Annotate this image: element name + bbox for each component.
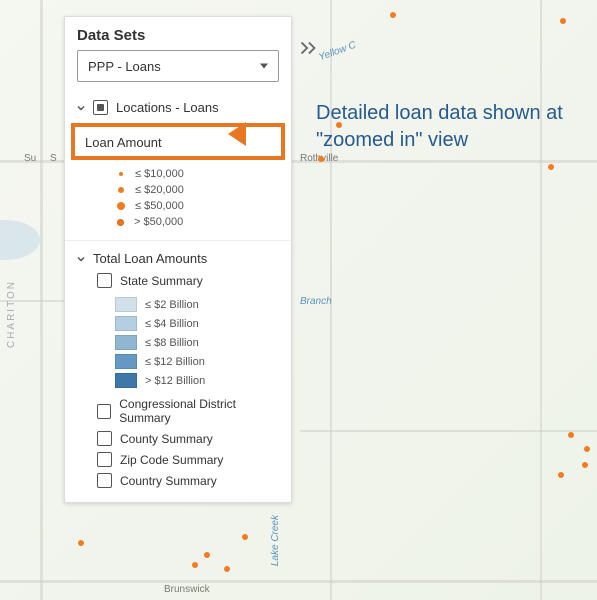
loan-point	[318, 156, 324, 162]
layer-state-summary[interactable]: State Summary	[65, 270, 291, 291]
data-sets-panel: Data Sets PPP - Loans Locations - Loans …	[64, 16, 292, 503]
loan-point	[192, 562, 198, 568]
dataset-dropdown[interactable]: PPP - Loans	[77, 50, 279, 82]
loan-point	[224, 566, 230, 572]
chevron-down-icon	[75, 102, 87, 114]
legend-item: > $50,000	[115, 214, 291, 230]
loan-point	[78, 540, 84, 546]
dot-icon	[119, 172, 123, 176]
swatch	[115, 354, 137, 369]
dot-icon	[118, 187, 124, 193]
region-label: CHARITON	[6, 280, 17, 348]
dropdown-value: PPP - Loans	[88, 59, 161, 74]
swatch	[115, 316, 137, 331]
legend-item: ≤ $4 Billion	[115, 314, 291, 333]
collapse-panel-icon[interactable]	[297, 37, 319, 59]
annotation-text: Detailed loan data shown at "zoomed in" …	[316, 100, 576, 154]
layer-congressional-district[interactable]: Congressional District Summary	[65, 394, 291, 428]
checkbox[interactable]	[97, 273, 112, 288]
loan-amount-legend: ≤ $10,000 ≤ $20,000 ≤ $50,000 > $50,000	[65, 164, 291, 236]
creek-label: Yellow C	[317, 40, 357, 64]
section-locations-loans: Locations - Loans Loan Amount ≤ $10,000 …	[65, 90, 291, 240]
loan-amount-label: Loan Amount	[85, 135, 162, 150]
checkbox[interactable]	[97, 404, 111, 419]
dot-icon	[117, 202, 125, 210]
panel-title: Data Sets	[65, 17, 291, 50]
legend-item: ≤ $50,000	[115, 198, 291, 214]
chevron-down-icon	[75, 253, 87, 265]
section-title: Locations - Loans	[116, 100, 219, 115]
layer-county-summary[interactable]: County Summary	[65, 428, 291, 449]
legend-item: ≤ $2 Billion	[115, 295, 291, 314]
loan-point	[204, 552, 210, 558]
swatch	[115, 335, 137, 350]
creek-label: Lake Creek	[270, 515, 281, 566]
section-title: Total Loan Amounts	[93, 251, 207, 266]
section-toggle[interactable]: Locations - Loans	[65, 96, 291, 119]
loan-point	[568, 432, 574, 438]
checkbox[interactable]	[97, 431, 112, 446]
loan-point	[548, 164, 554, 170]
legend-item: > $12 Billion	[115, 371, 291, 390]
city-label: Brunswick	[164, 584, 210, 595]
city-label: Su	[24, 153, 36, 164]
layer-country-summary[interactable]: Country Summary	[65, 470, 291, 498]
checkbox-locations[interactable]	[93, 100, 108, 115]
section-total-loan-amounts: Total Loan Amounts State Summary ≤ $2 Bi…	[65, 240, 291, 502]
layer-zip-code-summary[interactable]: Zip Code Summary	[65, 449, 291, 470]
loan-point	[242, 534, 248, 540]
chevron-down-icon	[260, 64, 268, 69]
state-summary-legend: ≤ $2 Billion ≤ $4 Billion ≤ $8 Billion ≤…	[65, 291, 291, 394]
loan-point	[560, 18, 566, 24]
city-label: S	[50, 153, 57, 164]
dot-icon	[117, 219, 124, 226]
loan-point	[584, 446, 590, 452]
legend-item: ≤ $20,000	[115, 182, 291, 198]
swatch	[115, 297, 137, 312]
section-toggle[interactable]: Total Loan Amounts	[65, 247, 291, 270]
legend-item: ≤ $12 Billion	[115, 352, 291, 371]
loan-point	[582, 462, 588, 468]
legend-item: ≤ $10,000	[115, 166, 291, 182]
annotation-arrow-icon	[228, 118, 318, 150]
loan-point	[558, 472, 564, 478]
swatch	[115, 373, 137, 388]
loan-point	[390, 12, 396, 18]
creek-label: Branch	[300, 296, 332, 307]
legend-item: ≤ $8 Billion	[115, 333, 291, 352]
checkbox[interactable]	[97, 452, 112, 467]
checkbox[interactable]	[97, 473, 112, 488]
